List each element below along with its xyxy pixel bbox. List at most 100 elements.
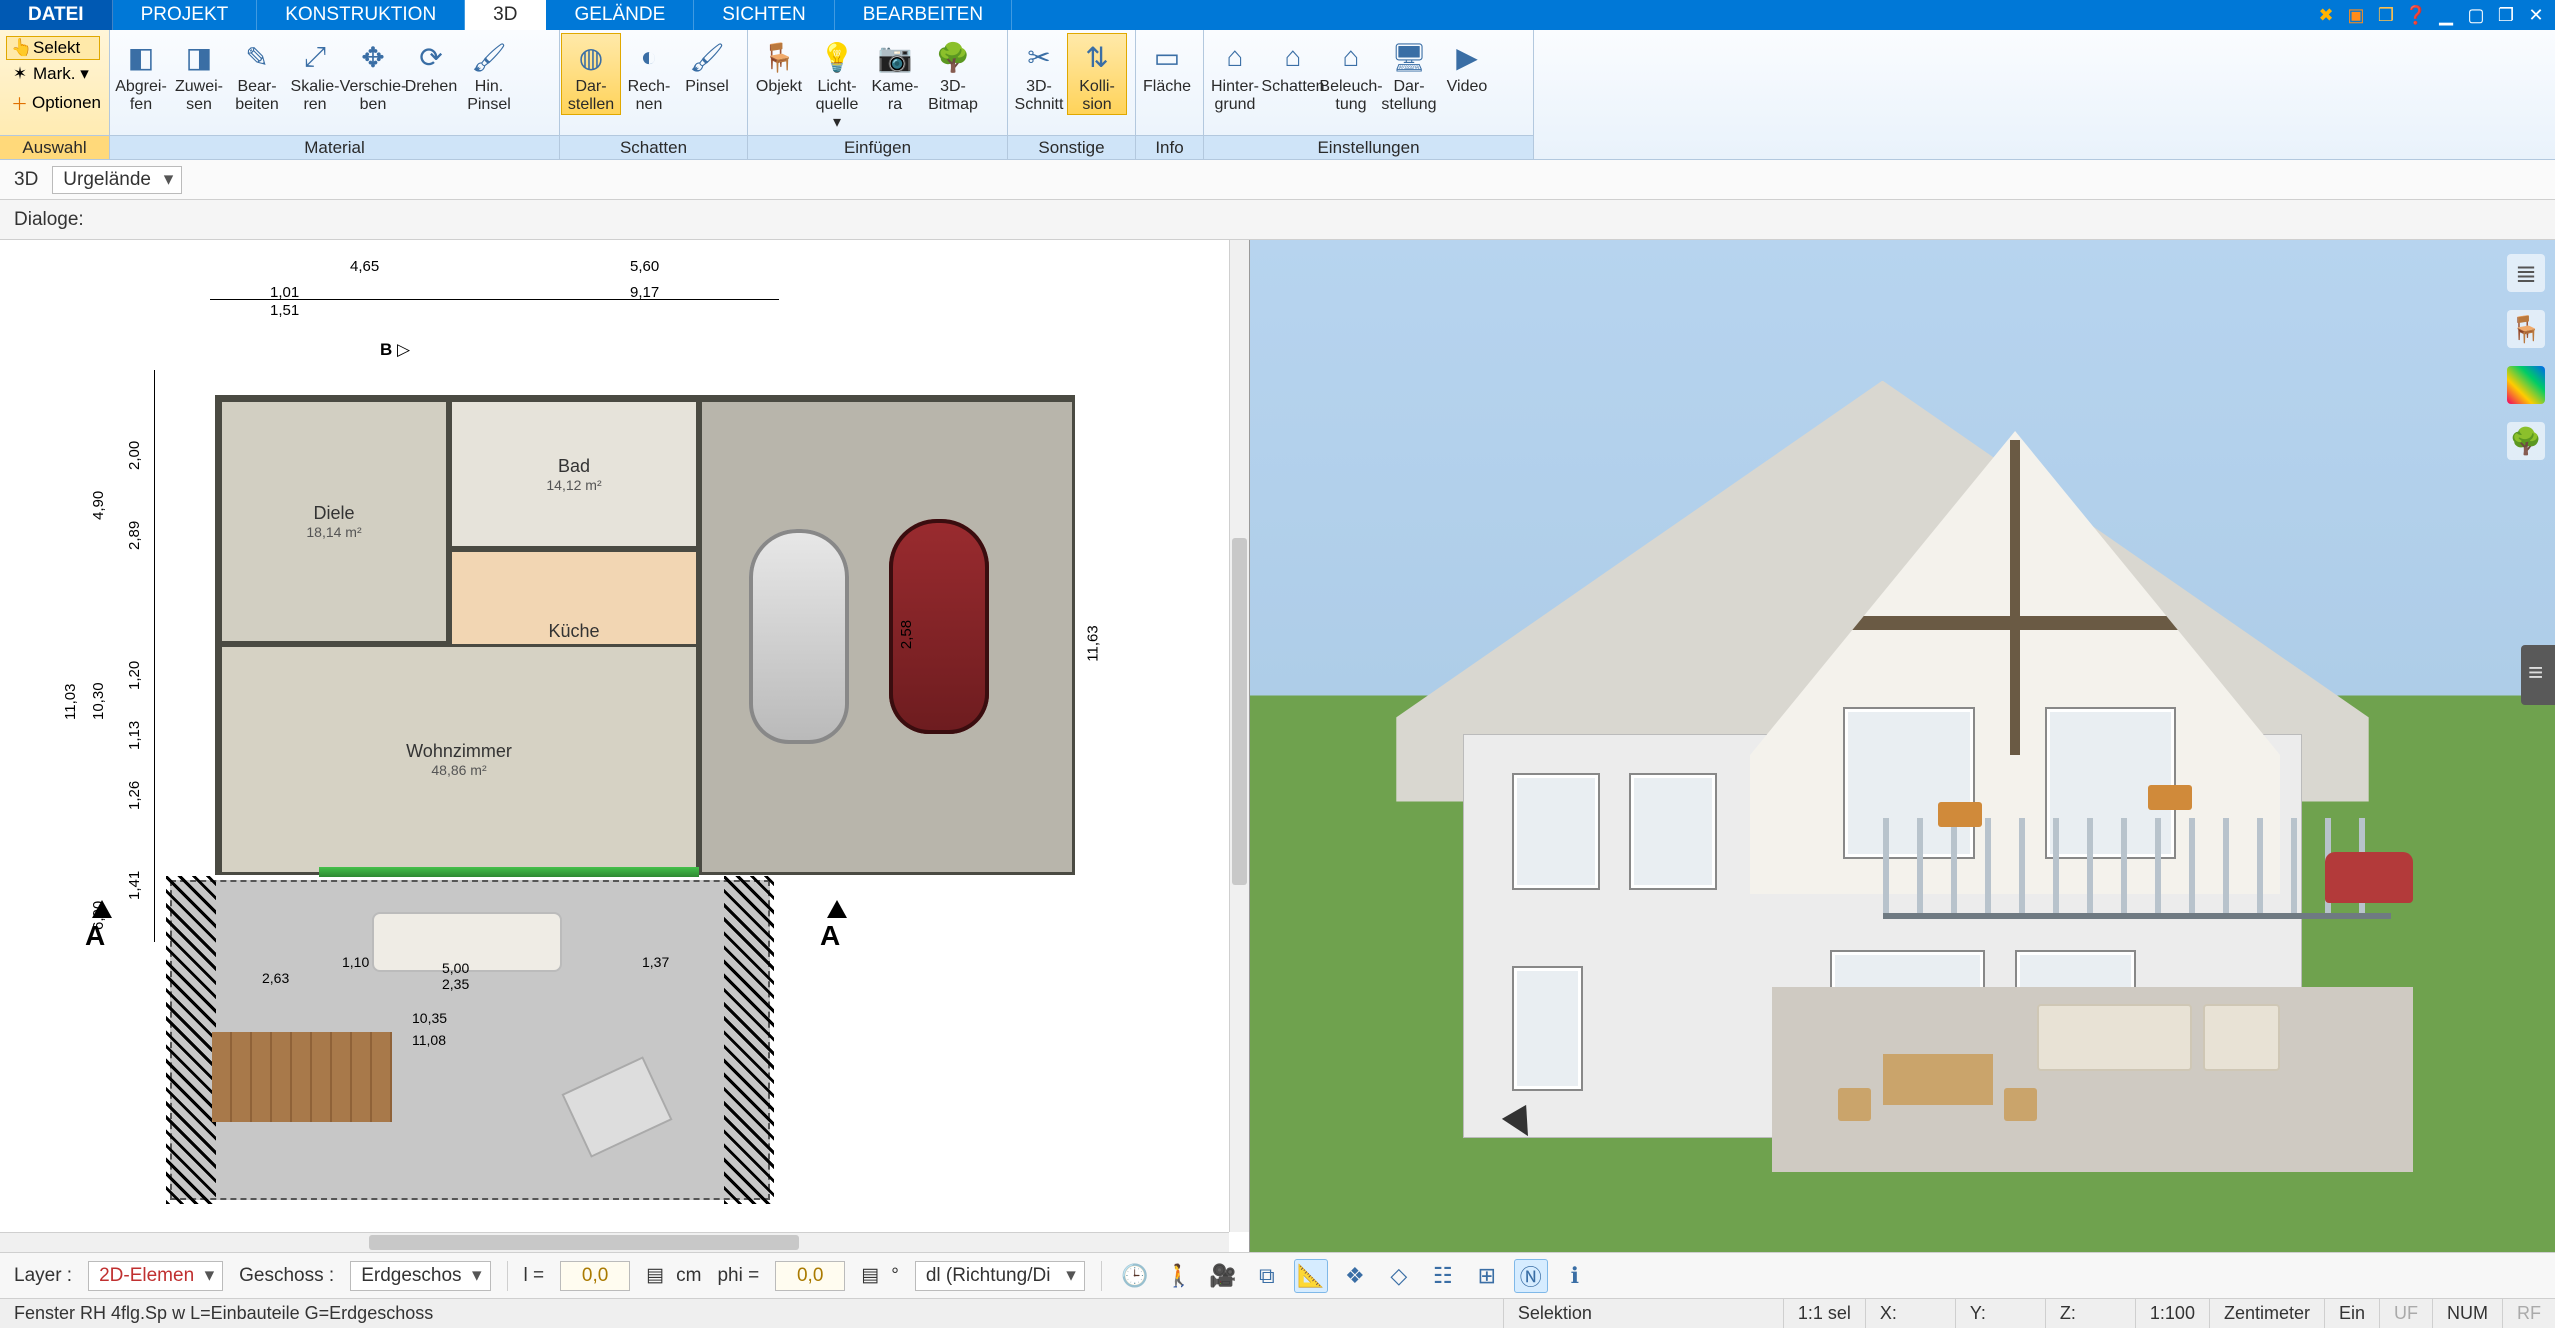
menu-tab-sichten[interactable]: SICHTEN — [694, 0, 834, 30]
3dbitmap-button[interactable]: 🌳3D-Bitmap — [924, 34, 982, 114]
dim-top3-0: 1,51 — [270, 302, 299, 319]
kamera-icon: 📷 — [874, 36, 916, 78]
menu-tab-konstruktion[interactable]: KONSTRUKTION — [257, 0, 465, 30]
drehen-label: Drehen — [405, 78, 457, 114]
terrain-dropdown[interactable]: Urgelände — [52, 166, 182, 194]
room-wohnzimmer[interactable]: Wohnzimmer 48,86 m² — [219, 644, 699, 875]
kollision-icon: ⇅ — [1076, 36, 1118, 78]
minimize-icon[interactable]: ▁ — [2433, 3, 2459, 27]
skalieren-button[interactable]: ⤢Skalie-ren — [286, 34, 344, 114]
abgreifen-label: Abgrei-fen — [115, 78, 167, 114]
restore-icon[interactable]: ❐ — [2493, 3, 2519, 27]
tool-icon[interactable]: ✖ — [2313, 3, 2339, 27]
menu-tab-datei[interactable]: DATEI — [0, 0, 113, 30]
pinsel-button[interactable]: 🖌Pinsel — [678, 34, 736, 114]
side-panel-handle[interactable] — [2521, 645, 2555, 705]
schatten2-label: Schatten — [1261, 78, 1324, 114]
chair-icon[interactable]: 🪑 — [2507, 310, 2545, 348]
rechnen-button[interactable]: ◐Rech-nen — [620, 34, 678, 114]
abgreifen-button[interactable]: ◧Abgrei-fen — [112, 34, 170, 114]
floorplan-pane[interactable]: 4,65 5,60 1,01 9,17 1,51 B ▷ 4,90 10,30 … — [0, 240, 1250, 1252]
room-bad[interactable]: Bad 14,12 m² — [449, 399, 699, 549]
geschoss-value: Erdgeschos — [361, 1265, 461, 1287]
floorplan-scroll-h[interactable] — [0, 1232, 1229, 1252]
layer-value: 2D-Elemen — [99, 1265, 194, 1287]
camera-icon[interactable]: 🎥 — [1206, 1259, 1240, 1293]
terrace-outline[interactable]: 2,63 1,10 5,00 2,35 1,37 10,35 11,08 — [170, 880, 770, 1200]
l-stepper[interactable]: ▤ — [646, 1264, 660, 1287]
tree-icon[interactable]: 🌳 — [2507, 422, 2545, 460]
angle-icon[interactable]: 📐 — [1294, 1259, 1328, 1293]
lounger-plan — [561, 1056, 672, 1157]
door-threshold — [319, 867, 699, 877]
copy-icon[interactable]: ⧉ — [1250, 1259, 1284, 1293]
3d-view-pane[interactable]: ≣ 🪑 . 🌳 — [1250, 240, 2555, 1252]
diamond-icon[interactable]: ◇ — [1382, 1259, 1416, 1293]
room-diele[interactable]: Diele 18,14 m² — [219, 399, 449, 644]
scroll-thumb-v[interactable] — [1232, 538, 1247, 885]
objekt-label: Objekt — [756, 78, 802, 114]
flaeche-button[interactable]: ▭Fläche — [1138, 34, 1196, 114]
dl-dropdown[interactable]: dl (Richtung/Di — [915, 1261, 1085, 1291]
floorplan-canvas[interactable]: 4,65 5,60 1,01 9,17 1,51 B ▷ 4,90 10,30 … — [40, 240, 1219, 1222]
drehen-icon: ⟳ — [410, 36, 452, 78]
north-icon[interactable]: Ⓝ — [1514, 1259, 1548, 1293]
selekt-button[interactable]: 👆Selekt — [6, 36, 100, 60]
status-bar: Fenster RH 4flg.Sp w L=Einbauteile G=Erd… — [0, 1298, 2555, 1328]
section-mark-b: B ▷ — [380, 340, 410, 360]
layer-dropdown[interactable]: 2D-Elemen — [88, 1261, 223, 1291]
phi-stepper[interactable]: ▤ — [861, 1264, 875, 1287]
status-unit: Zentimeter — [2210, 1299, 2325, 1328]
schatten2-button[interactable]: ⌂Schatten — [1264, 34, 1322, 114]
schatten-caption: Schatten — [560, 135, 747, 159]
palette-icon[interactable]: . — [2507, 366, 2545, 404]
layers-icon[interactable]: ≣ — [2507, 254, 2545, 292]
layers-icon[interactable]: ❒ — [2373, 3, 2399, 27]
layers2-icon[interactable]: ❖ — [1338, 1259, 1372, 1293]
geschoss-dropdown[interactable]: Erdgeschos — [350, 1261, 490, 1291]
beleuchtung-button[interactable]: ⌂Beleuch-tung — [1322, 34, 1380, 114]
video-button[interactable]: ▶Video — [1438, 34, 1496, 114]
hintergrund-button[interactable]: ⌂Hinter-grund — [1206, 34, 1264, 114]
mark-button[interactable]: ✶Mark. ▾ — [6, 62, 100, 86]
l-input[interactable]: 0,0 — [560, 1261, 630, 1291]
menu-tab-projekt[interactable]: PROJEKT — [113, 0, 258, 30]
clock-icon[interactable]: 🕒 — [1118, 1259, 1152, 1293]
drehen-button[interactable]: ⟳Drehen — [402, 34, 460, 114]
verschieben-button[interactable]: ✥Verschie-ben — [344, 34, 402, 114]
menu-tab-gelaende[interactable]: GELÄNDE — [546, 0, 694, 30]
dim-top2-0: 1,01 — [270, 284, 299, 301]
dim-left-3: 11,03 — [62, 684, 79, 720]
kollision-button[interactable]: ⇅Kolli-sion — [1068, 34, 1126, 114]
close-icon[interactable]: ✕ — [2523, 3, 2549, 27]
lichtquelle-button[interactable]: 💡Licht-quelle ▾ — [808, 34, 866, 132]
menu-tab-bearbeiten[interactable]: BEARBEITEN — [835, 0, 1012, 30]
menu-tab-3d[interactable]: 3D — [465, 0, 546, 30]
stack-icon[interactable]: ☷ — [1426, 1259, 1460, 1293]
ribbon-group-schatten: ◍Dar-stellen◐Rech-nen🖌Pinsel Schatten — [560, 30, 748, 159]
darstellen-button[interactable]: ◍Dar-stellen — [562, 34, 620, 114]
status-left: Fenster RH 4flg.Sp w L=Einbauteile G=Erd… — [0, 1299, 1504, 1328]
phi-input[interactable]: 0,0 — [775, 1261, 845, 1291]
info-icon[interactable]: ℹ — [1558, 1259, 1592, 1293]
optionen-button[interactable]: ＋Optionen — [6, 88, 100, 117]
scroll-thumb-h[interactable] — [369, 1235, 799, 1250]
flaeche-label: Fläche — [1143, 78, 1191, 114]
ribbon-group-auswahl: 👆Selekt ✶Mark. ▾ ＋Optionen Auswahl — [0, 30, 110, 159]
help-icon[interactable]: ❓ — [2403, 3, 2429, 27]
bearbeiten-button[interactable]: ✎Bear-beiten — [228, 34, 286, 114]
3dschnitt-button[interactable]: ✂3D-Schnitt — [1010, 34, 1068, 114]
person-icon[interactable]: 🚶 — [1162, 1259, 1196, 1293]
objekt-button[interactable]: 🪑Objekt — [750, 34, 808, 114]
bearbeiten-icon: ✎ — [236, 36, 278, 78]
hinpinsel-button[interactable]: 🖌Hin.Pinsel — [460, 34, 518, 114]
maximize-icon[interactable]: ▢ — [2463, 3, 2489, 27]
kamera-button[interactable]: 📷Kame-ra — [866, 34, 924, 114]
floorplan-scroll-v[interactable] — [1229, 240, 1249, 1232]
zuweisen-button[interactable]: ◨Zuwei-sen — [170, 34, 228, 114]
window-icon[interactable]: ▣ — [2343, 3, 2369, 27]
grid-icon[interactable]: ⊞ — [1470, 1259, 1504, 1293]
darstellung-button[interactable]: 🖥Dar-stellung — [1380, 34, 1438, 114]
auswahl-stack: 👆Selekt ✶Mark. ▾ ＋Optionen — [2, 34, 104, 119]
dialog-bar: Dialoge: — [0, 200, 2555, 240]
